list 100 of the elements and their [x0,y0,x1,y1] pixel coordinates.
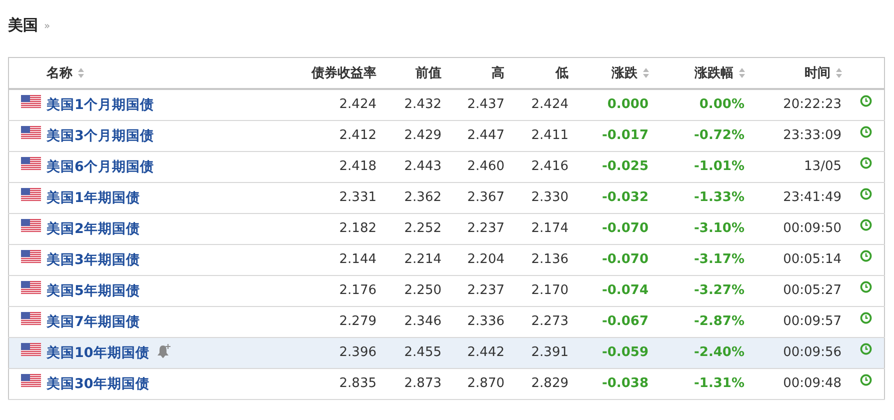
table-cell: 00:05:27 [752,276,850,306]
table-cell: -3.10% [656,214,752,244]
table-cell: -0.070 [576,244,656,276]
table-cell: 2.447 [450,120,512,152]
clock-icon [860,219,872,231]
table-cell: 23:41:49 [752,182,850,214]
table-cell: 2.367 [450,182,512,214]
table-cell: -0.017 [576,120,656,152]
table-cell: -1.31% [656,368,752,400]
table-cell: 2.204 [450,244,512,276]
table-cell: 00:09:56 [752,338,850,368]
table-cell: 13/05 [752,152,850,182]
clock-icon [860,188,872,200]
table-cell: 2.416 [512,152,576,182]
table-cell: -2.40% [656,338,752,368]
table-cell: 2.870 [450,368,512,400]
table-cell: 2.835 [290,368,384,400]
table-cell: -0.72% [656,120,752,152]
bond-link[interactable]: 美国7年期国债 [46,314,140,330]
table-cell: 0.000 [576,89,656,120]
bond-link[interactable]: 美国3年期国债 [46,252,140,268]
bond-link[interactable]: 美国3个月期国债 [46,128,154,144]
table-cell: 2.411 [512,120,576,152]
clock-icon [860,343,872,355]
table-cell: 23:33:09 [752,120,850,152]
table-cell: 2.250 [384,276,450,306]
table-cell: 00:09:48 [752,368,850,400]
bond-link[interactable]: 美国2年期国债 [46,220,140,236]
table-cell: 2.443 [384,152,450,182]
clock-icon [860,126,872,138]
table-cell: 2.252 [384,214,450,244]
table-cell: -3.17% [656,244,752,276]
flag-icon [21,94,41,108]
sort-header[interactable]: 名称 [46,66,84,81]
table-cell: -0.070 [576,214,656,244]
bond-link[interactable]: 美国10年期国债 [46,345,150,361]
table-cell: 2.331 [290,182,384,214]
bond-link[interactable]: 美国6个月期国债 [46,158,154,174]
table-cell: 2.176 [290,276,384,306]
table-cell: 2.170 [512,276,576,306]
table-cell: -0.074 [576,276,656,306]
sort-icon [836,68,842,78]
table-cell: 2.182 [290,214,384,244]
table-cell: -0.025 [576,152,656,182]
table-cell: 2.418 [290,152,384,182]
table-cell: 2.873 [384,368,450,400]
bond-link[interactable]: 美国5年期国债 [46,282,140,298]
table-cell: 2.144 [290,244,384,276]
table-cell: -0.038 [576,368,656,400]
bell-plus-icon[interactable] [157,344,172,358]
table-cell: 2.237 [450,276,512,306]
table-cell: 2.136 [512,244,576,276]
table-cell: 2.237 [450,214,512,244]
sort-header[interactable]: 时间 [804,66,842,81]
bond-link[interactable]: 美国1个月期国债 [46,96,154,112]
clock-icon [860,374,872,386]
flag-icon [21,312,41,324]
table-cell: 2.460 [450,152,512,182]
clock-icon [860,281,872,293]
bond-link[interactable]: 美国30年期国债 [46,376,150,392]
table-cell: -3.27% [656,276,752,306]
flag-icon [21,250,41,262]
clock-icon [860,250,872,262]
sort-icon [78,68,84,78]
column-header: 低 [556,66,568,81]
table-cell: -0.059 [576,338,656,368]
table-cell: 00:05:14 [752,244,850,276]
table-cell: 2.214 [384,244,450,276]
section-title: 美国 [8,16,38,34]
table-cell: 2.391 [512,338,576,368]
sort-header[interactable]: 涨跌 [612,66,648,81]
table-cell: 2.424 [290,89,384,120]
table-cell: 2.174 [512,214,576,244]
flag-icon [21,218,41,232]
column-header: 债券收益率 [312,66,376,81]
table-cell: 2.437 [450,89,512,120]
sort-icon [642,68,648,78]
table-cell: 2.396 [290,338,384,368]
table-cell: -1.33% [656,182,752,214]
table-cell: 2.330 [512,182,576,214]
table-cell: 2.429 [384,120,450,152]
sort-icon [738,68,744,78]
table-cell: -1.01% [656,152,752,182]
sort-header[interactable]: 涨跌幅 [694,66,744,81]
table-cell: 2.362 [384,182,450,214]
column-header: 前值 [416,66,442,81]
flag-icon [21,156,41,170]
clock-icon [860,95,872,107]
bond-link[interactable]: 美国1年期国债 [46,190,140,206]
flag-icon [21,374,41,386]
clock-icon [860,157,872,169]
table-cell: 2.412 [290,120,384,152]
table-cell: 00:09:50 [752,214,850,244]
table-cell: 2.442 [450,338,512,368]
table-cell: 2.424 [512,89,576,120]
flag-icon [21,188,41,200]
flag-icon [21,342,41,356]
flag-icon [21,280,41,294]
table-cell: -0.032 [576,182,656,214]
table-cell: 2.455 [384,338,450,368]
